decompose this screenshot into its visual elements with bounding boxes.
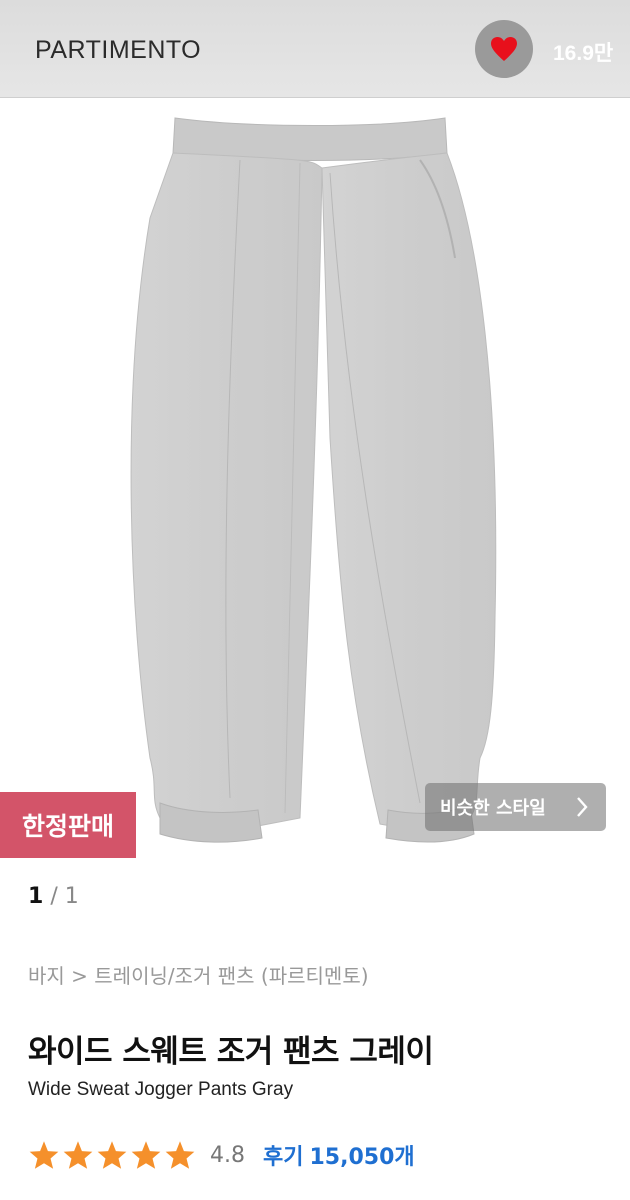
- limited-sale-badge: 한정판매: [0, 792, 136, 858]
- category-breadcrumb[interactable]: 바지 > 트레이닝/조거 팬츠 (파르티멘토): [28, 960, 369, 989]
- rating-value: 4.8: [210, 1142, 245, 1168]
- product-title: 와이드 스웨트 조거 팬츠 그레이: [28, 1034, 434, 1070]
- similar-style-label: 비슷한 스타일: [440, 798, 546, 819]
- chevron-right-icon: [577, 797, 588, 817]
- review-link[interactable]: 후기 15,050개: [263, 1139, 415, 1171]
- review-count: 15,050개: [309, 1145, 415, 1170]
- like-button[interactable]: [475, 20, 533, 78]
- jogger-pants-illustration: [130, 117, 497, 843]
- similar-style-button[interactable]: 비슷한 스타일: [425, 783, 606, 831]
- pager-separator: /: [50, 884, 65, 909]
- rating-row: 4.8 후기 15,050개: [28, 1135, 415, 1175]
- product-image[interactable]: [0, 98, 630, 858]
- image-pager: 1 / 1: [28, 884, 79, 909]
- pager-total: 1: [64, 884, 79, 909]
- brand-name[interactable]: PARTIMENTO: [35, 36, 201, 65]
- top-bar: PARTIMENTO 16.9만: [0, 0, 630, 98]
- star-icon: [165, 1141, 195, 1169]
- star-icon: [131, 1141, 161, 1169]
- review-label: 후기: [263, 1145, 304, 1170]
- star-icon: [97, 1141, 127, 1169]
- star-icon: [63, 1141, 93, 1169]
- pager-current: 1: [28, 884, 44, 909]
- star-icon: [29, 1141, 59, 1169]
- product-subtitle: Wide Sweat Jogger Pants Gray: [28, 1079, 294, 1100]
- heart-icon: [491, 37, 517, 61]
- like-count: 16.9만: [553, 42, 614, 65]
- star-rating: [28, 1140, 196, 1170]
